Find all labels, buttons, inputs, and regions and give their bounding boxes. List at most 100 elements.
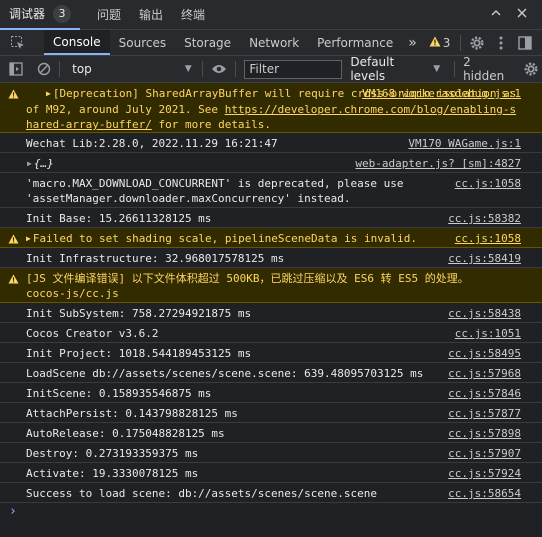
warning-counter[interactable]: 3 — [423, 30, 457, 55]
message-text-part: for more details. — [151, 118, 272, 131]
context-label: top — [72, 62, 92, 76]
settings-gear-icon[interactable] — [465, 30, 489, 55]
more-tabs-label: » — [408, 34, 417, 51]
expand-caret-icon[interactable]: ▶ — [26, 231, 31, 246]
message-text: LoadScene db://assets/scenes/scene.scene… — [26, 367, 424, 380]
divider — [201, 61, 203, 77]
message-text: Cocos Creator v3.6.2 — [26, 327, 159, 340]
message-source-link[interactable]: cc.js:57924 — [448, 466, 521, 481]
warning-triangle-icon — [8, 88, 19, 103]
message-source-link[interactable]: cc.js:57898 — [448, 426, 521, 441]
console-message-log[interactable]: InitScene: 0.158935546875 ms cc.js:57846 — [0, 383, 542, 403]
message-text-part: Failed to set shading scale, pipelineSce… — [32, 232, 417, 245]
message-source-link[interactable]: cc.js:58438 — [448, 306, 521, 321]
panel-tab-terminal[interactable]: 终端 — [172, 0, 214, 30]
log-levels-dropdown[interactable]: Default levels ▼ — [350, 55, 440, 83]
message-text: Init Project: 1018.544189453125 ms — [26, 347, 252, 360]
console-messages: VM168 workerasdebug.js:1 ▶ [Deprecation] … — [0, 83, 542, 537]
console-prompt-icon[interactable]: › — [9, 504, 17, 519]
device-toolbar-icon[interactable] — [36, 30, 44, 55]
panel-tab-badge: 3 — [53, 4, 72, 23]
dock-side-icon[interactable] — [513, 30, 537, 55]
divider — [235, 61, 237, 77]
message-source-link[interactable]: cc.js:57907 — [448, 446, 521, 461]
console-message-log[interactable]: Activate: 19.3330078125 ms cc.js:57924 — [0, 463, 542, 483]
warning-triangle-icon — [429, 36, 441, 50]
message-source-link[interactable]: cc.js:57846 — [448, 386, 521, 401]
tab-network[interactable]: Network — [240, 30, 308, 55]
expand-caret-icon[interactable]: ▶ — [36, 86, 51, 101]
context-selector[interactable]: top ▼ — [64, 59, 198, 79]
console-settings-gear-icon[interactable] — [519, 57, 542, 82]
message-source-link[interactable]: cc.js:58654 — [448, 486, 521, 501]
console-message-warning[interactable]: ▶ Failed to set shading scale, pipelineSc… — [0, 228, 542, 248]
tab-label: Network — [249, 35, 300, 50]
message-source-link[interactable]: VM170 WAGame.js:1 — [408, 136, 521, 151]
message-source-link[interactable]: cc.js:1058 — [455, 176, 521, 191]
console-message-warning[interactable]: [JS 文件编译错误] 以下文件体积超过 500KB，已跳过压缩以及 ES6 转… — [0, 268, 542, 303]
eye-icon[interactable] — [207, 57, 232, 82]
panel-tab-debugger[interactable]: 调试器 3 — [0, 0, 81, 30]
message-source-link[interactable]: cc.js:1051 — [455, 326, 521, 341]
tab-performance[interactable]: Performance — [308, 30, 402, 55]
console-message-log[interactable]: 'macro.MAX_DOWNLOAD_CONCURRENT' is depre… — [0, 173, 542, 208]
message-source-link[interactable]: cc.js:57877 — [448, 406, 521, 421]
caret-down-icon: ▼ — [433, 64, 441, 74]
divider — [454, 61, 456, 77]
console-message-log[interactable]: Cocos Creator v3.6.2 cc.js:1051 — [0, 323, 542, 343]
console-message-log[interactable]: Init Project: 1018.544189453125 ms cc.js… — [0, 343, 542, 363]
message-text: Activate: 19.3330078125 ms — [26, 467, 199, 480]
message-source-link[interactable]: cc.js:58382 — [448, 211, 521, 226]
divider — [460, 34, 462, 51]
expand-caret-icon[interactable]: ▶ — [27, 156, 32, 171]
divider — [59, 61, 61, 77]
message-text: ▶ Failed to set shading scale, pipelineSc… — [26, 231, 442, 247]
tab-console[interactable]: Console — [44, 30, 110, 55]
tab-sources[interactable]: Sources — [110, 30, 175, 55]
message-source-link[interactable]: cc.js:58495 — [448, 346, 521, 361]
chevron-up-icon[interactable] — [490, 7, 502, 22]
message-source-link[interactable]: web-adapter.js? [sm]:4827 — [355, 156, 521, 171]
console-message-log[interactable]: Wechat Lib:2.28.0, 2022.11.29 16:21:47 V… — [0, 133, 542, 153]
console-message-log[interactable]: Success to load scene: db://assets/scene… — [0, 483, 542, 503]
caret-down-icon: ▼ — [184, 64, 192, 74]
console-filter-bar: top ▼ Default levels ▼ 2 hidden — [0, 55, 542, 83]
filter-input[interactable] — [244, 59, 343, 79]
tab-label: Console — [53, 34, 101, 49]
more-tabs-button[interactable]: » — [402, 30, 423, 55]
kebab-menu-icon[interactable] — [489, 30, 513, 55]
console-message-log[interactable]: Init Infrastructure: 32.968017578125 ms … — [0, 248, 542, 268]
close-icon[interactable] — [516, 7, 528, 22]
message-source-link[interactable]: cc.js:58419 — [448, 251, 521, 266]
console-message-object[interactable]: ▶ {…} web-adapter.js? [sm]:4827 — [0, 153, 542, 173]
message-text: Success to load scene: db://assets/scene… — [26, 487, 377, 500]
hidden-count: 2 hidden — [463, 55, 505, 83]
panel-tab-problems[interactable]: 问题 — [88, 0, 130, 30]
devtools-toolbar: Console Sources Storage Network Performa… — [0, 30, 542, 56]
message-text: AttachPersist: 0.143798828125 ms — [26, 407, 238, 420]
panel-tab-output[interactable]: 输出 — [130, 0, 172, 30]
panel-tab-label: 终端 — [181, 8, 206, 22]
panel-tab-label: 问题 — [97, 8, 122, 22]
console-message-log[interactable]: AutoRelease: 0.175048828125 ms cc.js:578… — [0, 423, 542, 443]
panel-tab-label: 调试器 — [9, 7, 46, 21]
console-message-log[interactable]: Init SubSystem: 758.27294921875 ms cc.js… — [0, 303, 542, 323]
inspect-element-icon[interactable] — [0, 30, 36, 55]
message-text: Destroy: 0.273193359375 ms — [26, 447, 199, 460]
console-message-log[interactable]: Init Base: 15.26611328125 ms cc.js:58382 — [0, 208, 542, 228]
console-message-warning[interactable]: VM168 workerasdebug.js:1 ▶ [Deprecation] … — [0, 83, 542, 133]
tab-label: Sources — [118, 35, 167, 50]
tab-storage[interactable]: Storage — [175, 30, 240, 55]
sidebar-toggle-icon[interactable] — [0, 57, 32, 82]
console-message-log[interactable]: Destroy: 0.273193359375 ms cc.js:57907 — [0, 443, 542, 463]
message-source-link[interactable]: cc.js:1058 — [455, 231, 521, 246]
object-preview[interactable]: {…} — [34, 157, 54, 170]
console-message-log[interactable]: AttachPersist: 0.143798828125 ms cc.js:5… — [0, 403, 542, 423]
console-message-log[interactable]: LoadScene db://assets/scenes/scene.scene… — [0, 363, 542, 383]
message-source-link[interactable]: cc.js:57968 — [448, 366, 521, 381]
warning-triangle-icon — [8, 273, 19, 288]
message-text: [JS 文件编译错误] 以下文件体积超过 500KB，已跳过压缩以及 ES6 转… — [26, 272, 469, 300]
message-text: Init Base: 15.26611328125 ms — [26, 212, 212, 225]
clear-console-icon[interactable] — [32, 57, 55, 82]
message-text: AutoRelease: 0.175048828125 ms — [26, 427, 225, 440]
